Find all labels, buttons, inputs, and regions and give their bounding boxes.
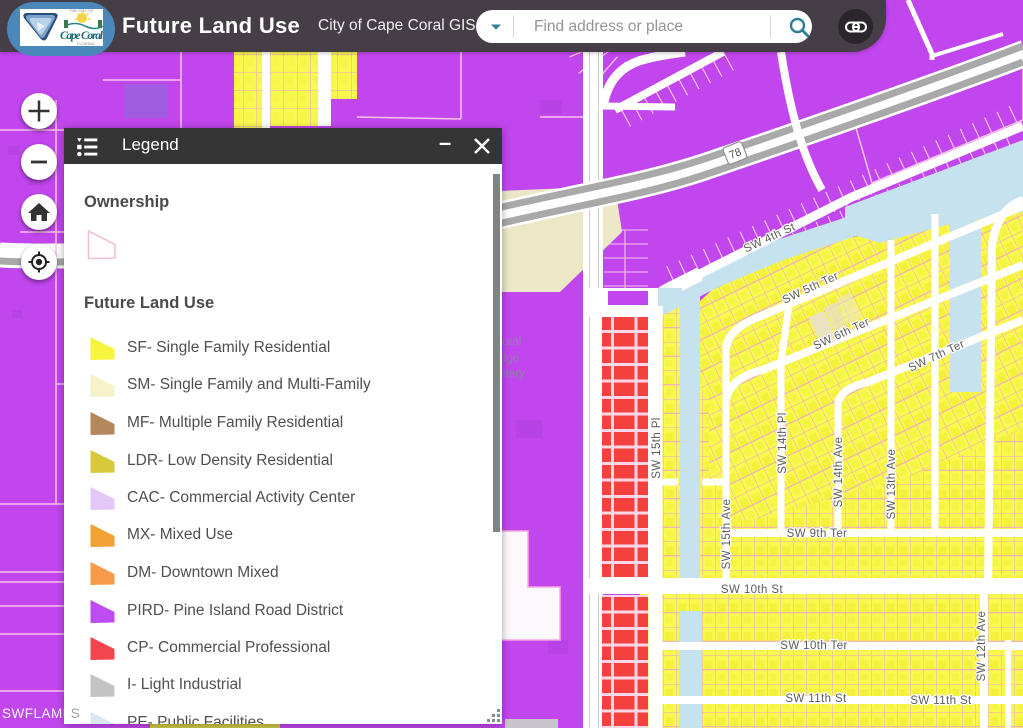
- svg-text:SW 14th Ave: SW 14th Ave: [833, 437, 845, 508]
- svg-text:SW 13th Ave: SW 13th Ave: [886, 449, 898, 520]
- svg-text:SW 14th Pl: SW 14th Pl: [777, 412, 789, 474]
- svg-text:FLORIDA: FLORIDA: [77, 41, 95, 46]
- svg-text:SW 15th Pl: SW 15th Pl: [651, 417, 663, 479]
- svg-text:THE CITY OF: THE CITY OF: [69, 8, 94, 13]
- svg-text:SW 15th Ave: SW 15th Ave: [721, 499, 733, 570]
- svg-text:SW 10th St: SW 10th St: [721, 584, 784, 596]
- svg-text:SW 11th St: SW 11th St: [785, 693, 847, 705]
- svg-text:SW 10th Ter: SW 10th Ter: [780, 640, 847, 652]
- svg-text:SW 11th St: SW 11th St: [910, 695, 972, 707]
- svg-text:SW 9th Ter: SW 9th Ter: [787, 528, 848, 540]
- svg-text:SW 12th Ave: SW 12th Ave: [976, 611, 988, 682]
